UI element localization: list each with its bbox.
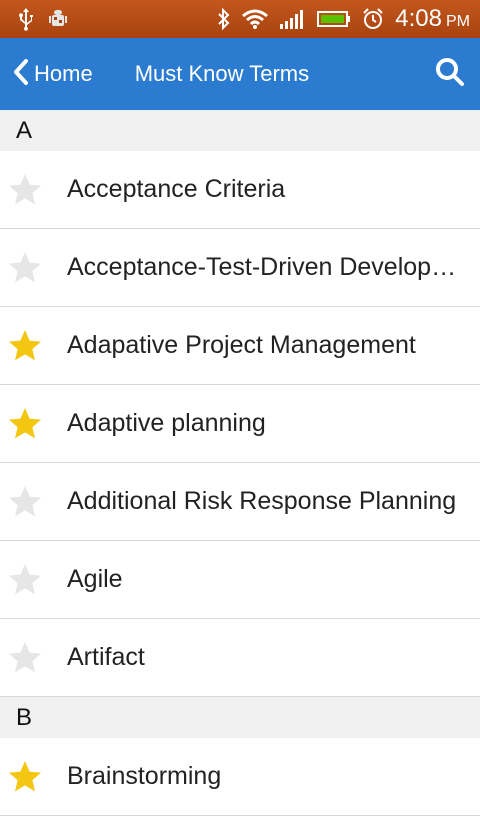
section-header: B — [0, 697, 480, 738]
term-label: Acceptance Criteria — [67, 175, 286, 203]
search-icon — [434, 56, 466, 92]
star-outline-icon[interactable] — [7, 562, 43, 598]
star-outline-icon[interactable] — [7, 250, 43, 286]
list-item[interactable]: Acceptance Criteria — [0, 151, 480, 229]
list-item[interactable]: Agile — [0, 541, 480, 619]
signal-icon — [279, 8, 307, 30]
alarm-icon — [361, 7, 385, 31]
page-title: Must Know Terms — [134, 61, 310, 86]
search-button[interactable] — [432, 56, 468, 92]
list-item[interactable]: Artifact — [0, 619, 480, 697]
app-bar: Home Must Know Terms — [0, 38, 480, 110]
list-item[interactable]: Brainstorming — [0, 738, 480, 816]
back-label: Home — [34, 61, 93, 86]
back-button[interactable]: Home — [0, 38, 103, 110]
star-filled-icon[interactable] — [7, 328, 43, 364]
star-filled-icon[interactable] — [7, 759, 43, 795]
term-label: Agile — [67, 565, 123, 593]
status-bar: 4:08 PM — [0, 0, 480, 38]
list-item[interactable]: Adapative Project Management — [0, 307, 480, 385]
bluetooth-icon — [217, 7, 231, 31]
list-item[interactable]: Acceptance-Test-Driven Development — [0, 229, 480, 307]
star-outline-icon[interactable] — [7, 640, 43, 676]
android-debug-icon — [46, 7, 70, 31]
section-header: A — [0, 110, 480, 151]
status-time: 4:08 PM — [395, 5, 470, 32]
term-label: Brainstorming — [67, 762, 222, 790]
term-label: Acceptance-Test-Driven Development — [67, 253, 467, 281]
usb-icon — [16, 7, 36, 31]
terms-list: A Acceptance Criteria Acceptance-Test-Driv… — [0, 110, 480, 816]
star-outline-icon[interactable] — [7, 484, 43, 520]
chevron-left-icon — [12, 58, 30, 90]
star-outline-icon[interactable] — [7, 172, 43, 208]
wifi-icon — [241, 8, 269, 30]
list-item[interactable]: Additional Risk Response Planning — [0, 463, 480, 541]
term-label: Adapative Project Management — [67, 331, 416, 359]
term-label: Artifact — [67, 643, 145, 671]
star-filled-icon[interactable] — [7, 406, 43, 442]
battery-icon — [317, 10, 351, 28]
list-item[interactable]: Adaptive planning — [0, 385, 480, 463]
term-label: Adaptive planning — [67, 409, 266, 437]
term-label: Additional Risk Response Planning — [67, 487, 457, 515]
